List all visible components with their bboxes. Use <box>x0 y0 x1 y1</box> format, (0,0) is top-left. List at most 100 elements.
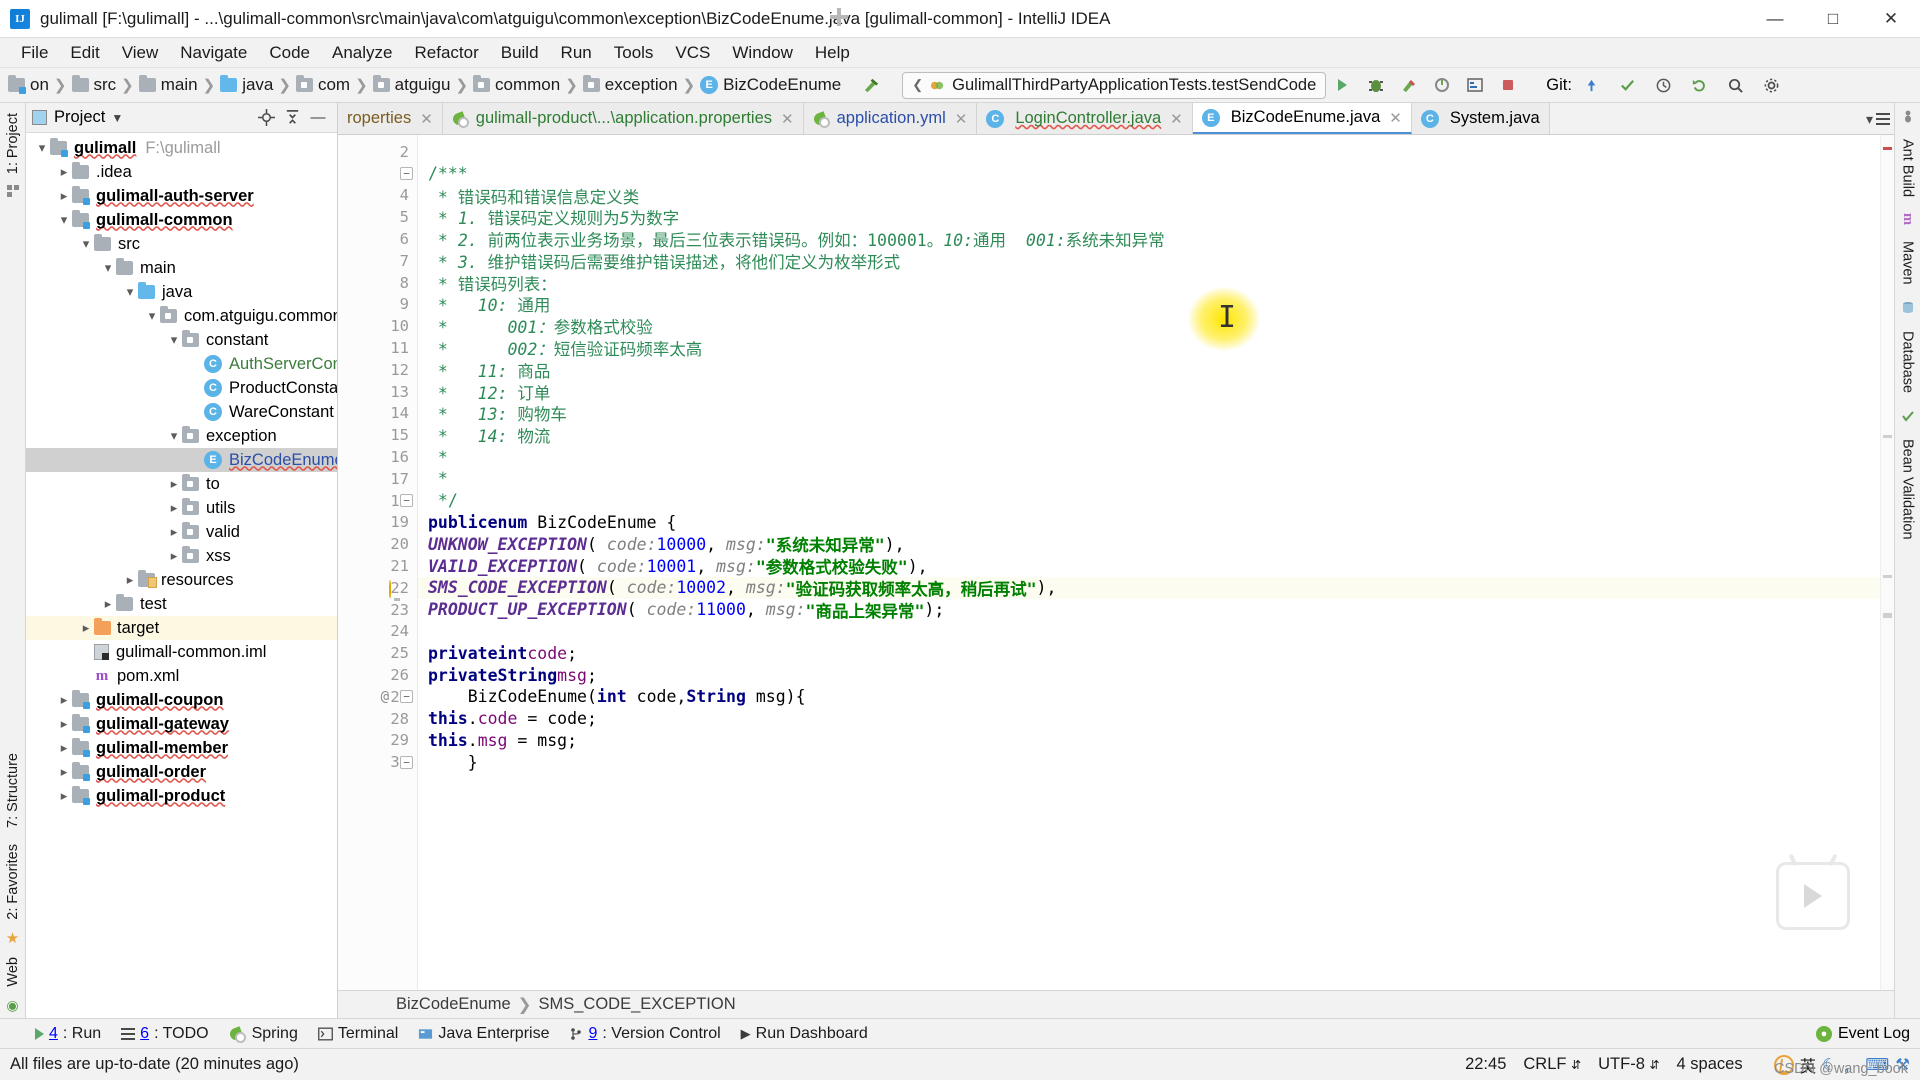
tree-node-gulimall-member[interactable]: ▸ gulimall-member <box>26 736 337 760</box>
profile-button[interactable] <box>1425 70 1458 100</box>
chevron-down-icon[interactable]: ▾ <box>34 140 50 156</box>
tree-node-bizcodeenume[interactable]: E BizCodeEnume <box>26 448 337 472</box>
chevron-right-icon[interactable]: ▸ <box>166 476 182 492</box>
chevron-right-icon[interactable]: ▸ <box>100 596 116 612</box>
tree-node-gulimall-auth-server[interactable]: ▸ gulimall-auth-server <box>26 184 337 208</box>
code-line[interactable]: /*** <box>418 163 1894 185</box>
tabs-list-icon[interactable] <box>1876 113 1890 125</box>
code-line[interactable]: */ <box>418 490 1894 512</box>
line-number[interactable]: 24 <box>338 621 417 643</box>
tree-node-authserverconst[interactable]: C AuthServerConst <box>26 352 337 376</box>
rail-item-structure[interactable]: 7: Structure <box>5 747 21 834</box>
caret-position[interactable]: 22:45 <box>1465 1055 1506 1074</box>
chevron-down-icon[interactable]: ▾ <box>122 284 138 300</box>
code-line[interactable]: * 错误码列表： <box>418 272 1894 294</box>
line-number[interactable]: 14 <box>338 403 417 425</box>
tool-window-run-dashboard[interactable]: ▶ Run Dashboard <box>732 1022 877 1046</box>
editor-tab-system-java[interactable]: C System.java <box>1411 103 1550 134</box>
chevron-right-icon[interactable]: ▸ <box>56 716 72 732</box>
code-line[interactable]: * 2. 前两位表示业务场景，最后三位表示错误码。例如：100001。10:通用… <box>418 228 1894 250</box>
code-line[interactable]: this. msg = msg; <box>418 730 1894 752</box>
menu-build[interactable]: Build <box>490 40 550 66</box>
code-line[interactable]: BizCodeEnume(int code, String msg){ <box>418 686 1894 708</box>
ant-icon[interactable] <box>1901 109 1915 123</box>
close-icon[interactable]: ✕ <box>420 110 433 128</box>
project-tree[interactable]: ▾ gulimall F:\gulimall ▸ .idea ▸ gulimall-auth… <box>26 133 337 1018</box>
breadcrumb-bizcodeenume[interactable]: E BizCodeEnume <box>700 75 841 95</box>
line-number[interactable]: −30 <box>338 751 417 773</box>
tree-node-gulimall-order[interactable]: ▸ gulimall-order <box>26 760 337 784</box>
code-line[interactable]: * 11: 商品 <box>418 359 1894 381</box>
tree-node-productconstant[interactable]: C ProductConstant <box>26 376 337 400</box>
line-number[interactable]: 21 <box>338 555 417 577</box>
code-line[interactable] <box>418 141 1894 163</box>
settings-button[interactable] <box>1755 70 1788 100</box>
line-number[interactable]: 17 <box>338 468 417 490</box>
chevron-down-icon[interactable]: ▾ <box>100 260 116 276</box>
tree-node-pom-xml[interactable]: m pom.xml <box>26 664 337 688</box>
line-number[interactable]: 22 <box>338 577 417 599</box>
tree-node-gulimall-product[interactable]: ▸ gulimall-product <box>26 784 337 808</box>
close-icon[interactable]: ✕ <box>1389 109 1402 127</box>
editor-tab-gulimall-product-application-properties[interactable]: gulimall-product\...\application.propert… <box>442 103 804 134</box>
attach-debugger-button[interactable] <box>1458 70 1491 100</box>
chevron-down-icon[interactable]: ▾ <box>166 428 182 444</box>
code-line[interactable]: public enum BizCodeEnume { <box>418 512 1894 534</box>
line-number[interactable]: 16 <box>338 446 417 468</box>
tree-node-main[interactable]: ▾ main <box>26 256 337 280</box>
chevron-right-icon[interactable]: ▸ <box>56 740 72 756</box>
line-number[interactable]: 13 <box>338 381 417 403</box>
tree-node-resources[interactable]: ▸ resources <box>26 568 337 592</box>
line-number[interactable]: 29 <box>338 730 417 752</box>
code-line[interactable]: * 1. 错误码定义规则为5为数字 <box>418 206 1894 228</box>
rail-item-bean-validation[interactable]: Bean Validation <box>1900 439 1916 540</box>
tree-node-exception[interactable]: ▾ exception <box>26 424 337 448</box>
stop-button[interactable] <box>1491 70 1524 100</box>
scroll-from-source-icon[interactable] <box>253 105 279 131</box>
code-line[interactable]: * 3. 维护错误码后需要维护错误描述，将他们定义为枚举形式 <box>418 250 1894 272</box>
menu-file[interactable]: File <box>10 40 59 66</box>
line-number[interactable]: 5 <box>338 206 417 228</box>
tool-window-java-enterprise[interactable]: Java Enterprise <box>409 1022 558 1046</box>
close-button[interactable]: ✕ <box>1862 0 1920 38</box>
tool-window-todo[interactable]: 6 : TODO <box>112 1022 217 1046</box>
breadcrumb-member[interactable]: SMS_CODE_EXCEPTION <box>538 995 735 1014</box>
breadcrumb-com[interactable]: com ❯ <box>295 75 373 95</box>
rail-item-web[interactable]: Web <box>5 951 21 993</box>
editor-breadcrumb[interactable]: BizCodeEnume ❯ SMS_CODE_EXCEPTION <box>338 990 1894 1018</box>
tool-window-version-control[interactable]: 9 : Version Control <box>560 1022 729 1046</box>
build-hammer-icon[interactable] <box>855 70 888 100</box>
minimize-button[interactable]: — <box>1746 0 1804 38</box>
code-line[interactable]: VAILD_EXCEPTION( code: 10001, msg: "参数格式… <box>418 555 1894 578</box>
rail-item-favorites[interactable]: 2: Favorites <box>5 838 21 926</box>
breadcrumb-atguigu[interactable]: atguigu ❯ <box>372 75 473 95</box>
code-lines[interactable]: I /*** * 错误码和错误信息定义类 * 1. 错误码定义规则为5为数字 *… <box>418 135 1894 990</box>
line-number[interactable]: 19 <box>338 512 417 534</box>
tree-node--idea[interactable]: ▸ .idea <box>26 160 337 184</box>
line-number[interactable]: 9 <box>338 294 417 316</box>
line-number[interactable]: 26 <box>338 664 417 686</box>
line-number[interactable]: @−27 <box>338 686 417 708</box>
file-encoding[interactable]: UTF-8 ⇵ <box>1598 1055 1659 1074</box>
chevron-right-icon[interactable]: ▸ <box>56 692 72 708</box>
tree-node-target[interactable]: ▸ target <box>26 616 337 640</box>
rail-item-maven[interactable]: Maven <box>1900 241 1916 285</box>
line-number[interactable]: 4 <box>338 185 417 207</box>
intention-bulb-icon[interactable] <box>389 579 391 598</box>
code-line[interactable]: * 002：短信验证码频率太高 <box>418 337 1894 359</box>
chevron-right-icon[interactable]: ▸ <box>166 500 182 516</box>
line-number[interactable]: −3 <box>338 163 417 185</box>
rail-item-database[interactable]: Database <box>1900 331 1916 393</box>
breadcrumb-java[interactable]: java ❯ <box>220 75 296 95</box>
menu-analyze[interactable]: Analyze <box>321 40 403 66</box>
code-line[interactable]: * <box>418 468 1894 490</box>
chevron-down-icon[interactable]: ▾ <box>144 308 160 324</box>
menu-refactor[interactable]: Refactor <box>403 40 489 66</box>
code-line[interactable]: } <box>418 751 1894 773</box>
breadcrumb-src[interactable]: src ❯ <box>71 75 139 95</box>
chevron-right-icon[interactable]: ▸ <box>166 548 182 564</box>
menu-help[interactable]: Help <box>804 40 861 66</box>
tree-node-to[interactable]: ▸ to <box>26 472 337 496</box>
chevron-down-icon[interactable]: ▾ <box>1866 111 1873 128</box>
menu-code[interactable]: Code <box>258 40 321 66</box>
